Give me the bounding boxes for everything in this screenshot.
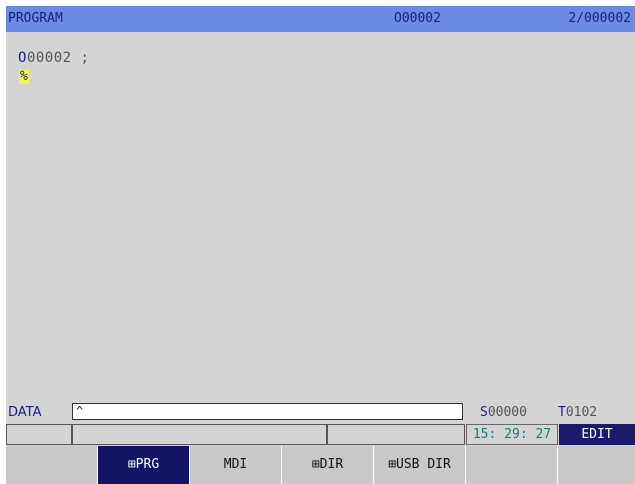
softkey-dir[interactable]: ⊞DIR: [282, 446, 374, 484]
spindle-prefix: S: [480, 405, 488, 420]
softkey-6[interactable]: [466, 446, 558, 484]
softkey-usb-dir[interactable]: ⊞USB DIR: [374, 446, 466, 484]
program-count: 2/000002: [568, 11, 631, 26]
data-label: DATA: [8, 405, 42, 420]
program-line[interactable]: O00002 ;: [18, 50, 89, 66]
softkey-prg[interactable]: ⊞PRG: [98, 446, 190, 484]
data-input[interactable]: ^: [72, 403, 463, 420]
tool-value: 0102: [565, 405, 598, 420]
status-cell: [6, 424, 72, 445]
data-bar: DATA ^ S00000 T0102: [6, 401, 635, 423]
program-end-cursor[interactable]: %: [19, 70, 29, 84]
tool-number: T0102: [558, 405, 597, 420]
program-line-letter: O: [18, 50, 27, 66]
softkey-1[interactable]: [6, 446, 98, 484]
softkey-bar: ⊞PRG MDI ⊞DIR ⊞USB DIR: [6, 446, 635, 484]
tool-prefix: T: [558, 405, 566, 420]
status-cell: [327, 424, 465, 445]
title-bar: PROGRAM O00002 2/000002: [6, 6, 635, 32]
program-line-rest: 00002 ;: [26, 50, 90, 66]
program-editor[interactable]: O00002 ; %: [6, 32, 635, 401]
clock-display: 15: 29: 27: [466, 424, 558, 445]
spindle-value: 00000: [487, 405, 527, 420]
cnc-screen: PROGRAM O00002 2/000002 O00002 ; % DATA …: [6, 6, 635, 484]
status-cell: [72, 424, 327, 445]
softkey-mdi[interactable]: MDI: [190, 446, 282, 484]
spindle-speed: S00000: [480, 405, 527, 420]
status-bar: 15: 29: 27 EDIT: [6, 424, 635, 445]
screen-title: PROGRAM: [8, 11, 63, 26]
program-number: O00002: [394, 11, 441, 26]
softkey-7[interactable]: [558, 446, 635, 484]
mode-indicator: EDIT: [559, 424, 635, 445]
